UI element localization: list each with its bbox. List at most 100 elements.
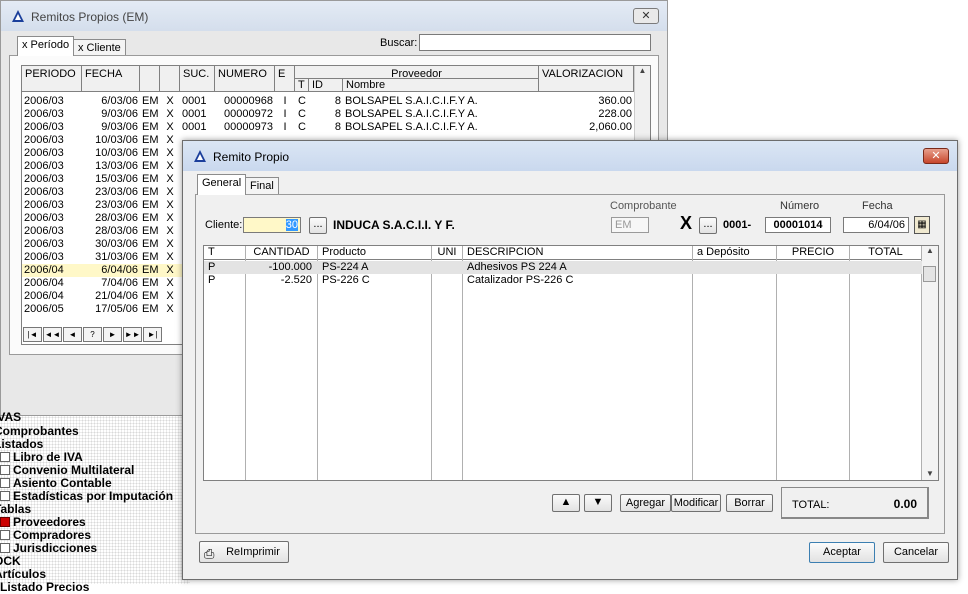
tree-item[interactable]: IVAS xyxy=(0,410,21,424)
table-cell: X xyxy=(166,95,174,107)
column-header[interactable]: CANTIDAD xyxy=(246,246,318,260)
borrar-button[interactable]: Borrar xyxy=(726,494,773,512)
column-header[interactable]: T xyxy=(204,246,246,260)
reimprimir-button[interactable]: ⎙ ReImprimir xyxy=(199,541,289,563)
column-header[interactable]: NUMERO xyxy=(215,66,275,92)
column-header[interactable]: Producto xyxy=(318,246,432,260)
table-cell xyxy=(434,261,461,274)
table-cell: X xyxy=(166,108,174,120)
tab-periodo[interactable]: x Período xyxy=(17,36,75,56)
table-row[interactable]: 2006/03 9/03/06 EM X 0001 00000973 I C 8 BOLSAPEL… xyxy=(22,121,634,134)
tree-item[interactable]: Comprobantes xyxy=(0,424,79,438)
cliente-code-field[interactable]: 30 xyxy=(243,217,301,233)
table-cell: 21/04/06 xyxy=(95,290,138,302)
move-up-button[interactable]: ▲ xyxy=(552,494,580,512)
column-header[interactable]: DESCRIPCION xyxy=(463,246,693,260)
tree-item[interactable]: Proveedores xyxy=(0,515,86,529)
table-cell: 6/04/06 xyxy=(101,264,138,276)
table-cell: X xyxy=(166,199,174,211)
table-cell: 2006/03 xyxy=(24,173,64,185)
table-cell: EM xyxy=(142,225,159,237)
table-cell: EM xyxy=(142,238,159,250)
tab-general[interactable]: General xyxy=(197,174,247,195)
calendar-icon[interactable]: ▦ xyxy=(914,216,930,234)
close-button[interactable]: ✕ xyxy=(923,148,949,164)
nav-button[interactable]: ► xyxy=(103,327,122,342)
tree-item[interactable]: Estadísticas por Imputación xyxy=(0,489,173,503)
column-header[interactable]: PERIODO xyxy=(22,66,82,92)
column-header[interactable] xyxy=(140,66,160,92)
table-cell: X xyxy=(166,225,174,237)
nav-button[interactable]: ►| xyxy=(143,327,162,342)
comprobante-letter: X xyxy=(680,213,693,233)
column-header[interactable]: Proveedor xyxy=(295,66,539,80)
scroll-up-icon[interactable]: ▲ xyxy=(635,66,650,75)
tree-item[interactable]: Listado Precios xyxy=(0,580,89,594)
punto-venta: 0001- xyxy=(723,219,752,231)
tree-item[interactable]: Libro de IVA xyxy=(0,450,83,464)
table-cell: 0001 xyxy=(182,108,207,120)
tree-item[interactable]: OCK xyxy=(0,554,21,568)
nav-button[interactable]: ◄◄ xyxy=(43,327,62,342)
column-header[interactable]: FECHA xyxy=(82,66,140,92)
table-cell: 2006/03 xyxy=(24,147,64,159)
tree-item[interactable]: Artículos xyxy=(0,567,46,581)
tree-item[interactable]: Tablas xyxy=(0,502,31,516)
table-cell: -2.520 xyxy=(280,274,312,286)
column-header[interactable] xyxy=(160,66,180,92)
tree-item[interactable]: Listados xyxy=(0,437,43,451)
doc-icon xyxy=(0,478,10,488)
cancelar-button[interactable]: Cancelar xyxy=(883,542,949,563)
nav-button[interactable]: ►► xyxy=(123,327,142,342)
table-cell: X xyxy=(166,251,174,263)
tree-item[interactable]: Asiento Contable xyxy=(0,476,112,490)
search-input[interactable] xyxy=(419,34,651,51)
table-row[interactable]: 2006/03 6/03/06 EM X 0001 00000968 I C 8 BOLSAPEL… xyxy=(22,95,634,108)
table-cell: X xyxy=(166,264,174,276)
table-cell: X xyxy=(166,186,174,198)
table-cell: 2006/04 xyxy=(24,264,64,276)
table-row[interactable]: P -2.520 PS-226 C Catalizador PS-226 C xyxy=(204,274,922,287)
grid-scrollbar[interactable]: ▲ ▼ xyxy=(922,246,938,480)
tree-item[interactable]: Jurisdicciones xyxy=(0,541,97,555)
column-subheader[interactable]: T xyxy=(295,79,309,92)
table-cell: 7/04/06 xyxy=(101,277,138,289)
window-title: Remitos Propios (EM) xyxy=(31,10,149,24)
comprobante-lookup-button[interactable]: ... xyxy=(699,217,717,234)
column-header[interactable]: TOTAL xyxy=(850,246,922,260)
column-subheader[interactable]: Nombre xyxy=(343,79,539,92)
tree-item[interactable]: Convenio Multilateral xyxy=(0,463,134,477)
numero-field[interactable]: 00001014 xyxy=(765,217,831,233)
nav-button[interactable]: ◄ xyxy=(63,327,82,342)
column-header[interactable]: a Depósito xyxy=(693,246,777,260)
nav-button[interactable]: ? xyxy=(83,327,102,342)
doc-icon xyxy=(0,465,10,475)
aceptar-button[interactable]: Aceptar xyxy=(809,542,875,563)
tab-final[interactable]: Final xyxy=(245,177,279,195)
doc-icon xyxy=(0,543,10,553)
column-header[interactable]: PRECIO xyxy=(777,246,850,260)
move-down-button[interactable]: ▼ xyxy=(584,494,612,512)
scroll-down-icon[interactable]: ▼ xyxy=(922,469,938,478)
tree-item[interactable]: Compradores xyxy=(0,528,91,542)
modificar-button[interactable]: Modificar xyxy=(671,494,721,512)
scroll-up-icon[interactable]: ▲ xyxy=(922,246,938,255)
fecha-field[interactable]: 6/04/06 xyxy=(843,217,909,233)
column-header[interactable]: UNI xyxy=(432,246,463,260)
table-cell: 9/03/06 xyxy=(101,121,138,133)
table-row[interactable]: 2006/03 9/03/06 EM X 0001 00000972 I C 8 BOLSAPEL… xyxy=(22,108,634,121)
scroll-thumb[interactable] xyxy=(923,266,936,282)
column-header[interactable]: SUC. xyxy=(180,66,215,92)
items-grid[interactable]: T CANTIDAD Producto UNI DESCRIPCION a Depósit… xyxy=(203,245,939,481)
nav-button[interactable]: |◄ xyxy=(23,327,42,342)
tab-cliente[interactable]: x Cliente xyxy=(73,39,126,56)
table-cell: I xyxy=(283,121,287,133)
column-header[interactable]: E xyxy=(275,66,295,92)
close-button[interactable]: ✕ xyxy=(633,8,659,24)
table-row[interactable]: P -100.000 PS-224 A Adhesivos PS 224 A xyxy=(204,261,922,274)
column-subheader[interactable]: ID xyxy=(309,79,343,92)
cliente-lookup-button[interactable]: ... xyxy=(309,217,327,234)
column-header[interactable]: VALORIZACION xyxy=(539,66,634,92)
agregar-button[interactable]: Agregar xyxy=(620,494,671,512)
table-cell: EM xyxy=(142,134,159,146)
